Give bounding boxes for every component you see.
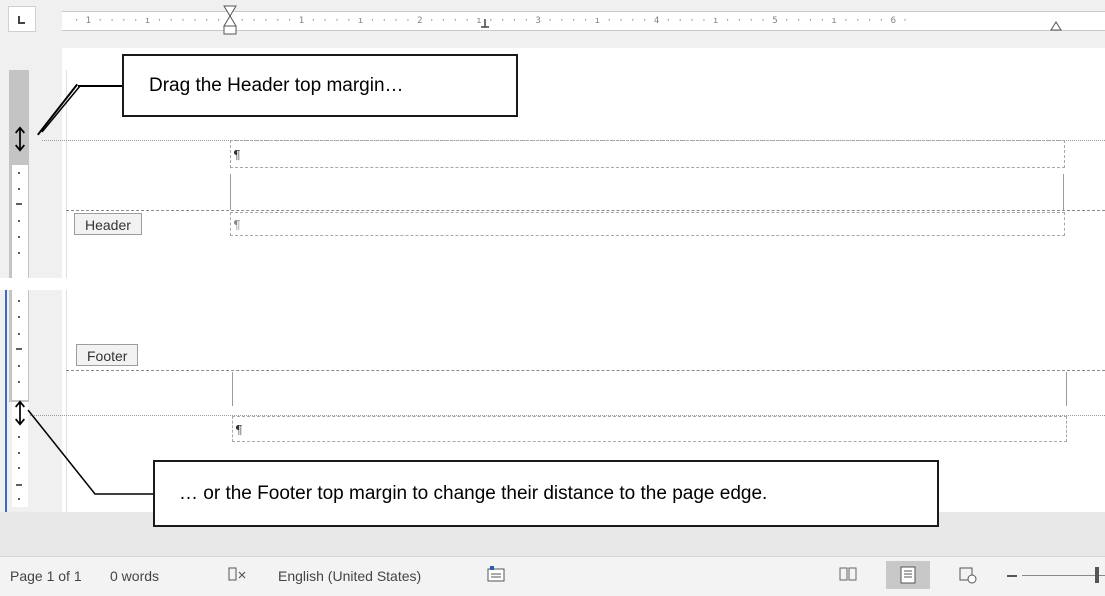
read-mode-icon[interactable] — [838, 566, 858, 582]
book-check-icon[interactable] — [228, 566, 248, 584]
page-count[interactable]: Page 1 of 1 — [10, 568, 82, 584]
macro-recording-icon[interactable] — [487, 565, 505, 583]
zoom-out-button[interactable] — [1007, 575, 1017, 577]
status-bar — [0, 556, 1105, 596]
print-layout-button[interactable] — [886, 561, 930, 589]
web-layout-icon[interactable] — [958, 566, 978, 584]
print-layout-icon — [900, 566, 916, 584]
word-count[interactable]: 0 words — [110, 568, 159, 584]
zoom-slider-track[interactable] — [1022, 575, 1105, 576]
language-indicator[interactable]: English (United States) — [278, 568, 421, 584]
zoom-slider-thumb[interactable] — [1095, 567, 1099, 583]
footer-callout-leader — [27, 85, 153, 495]
